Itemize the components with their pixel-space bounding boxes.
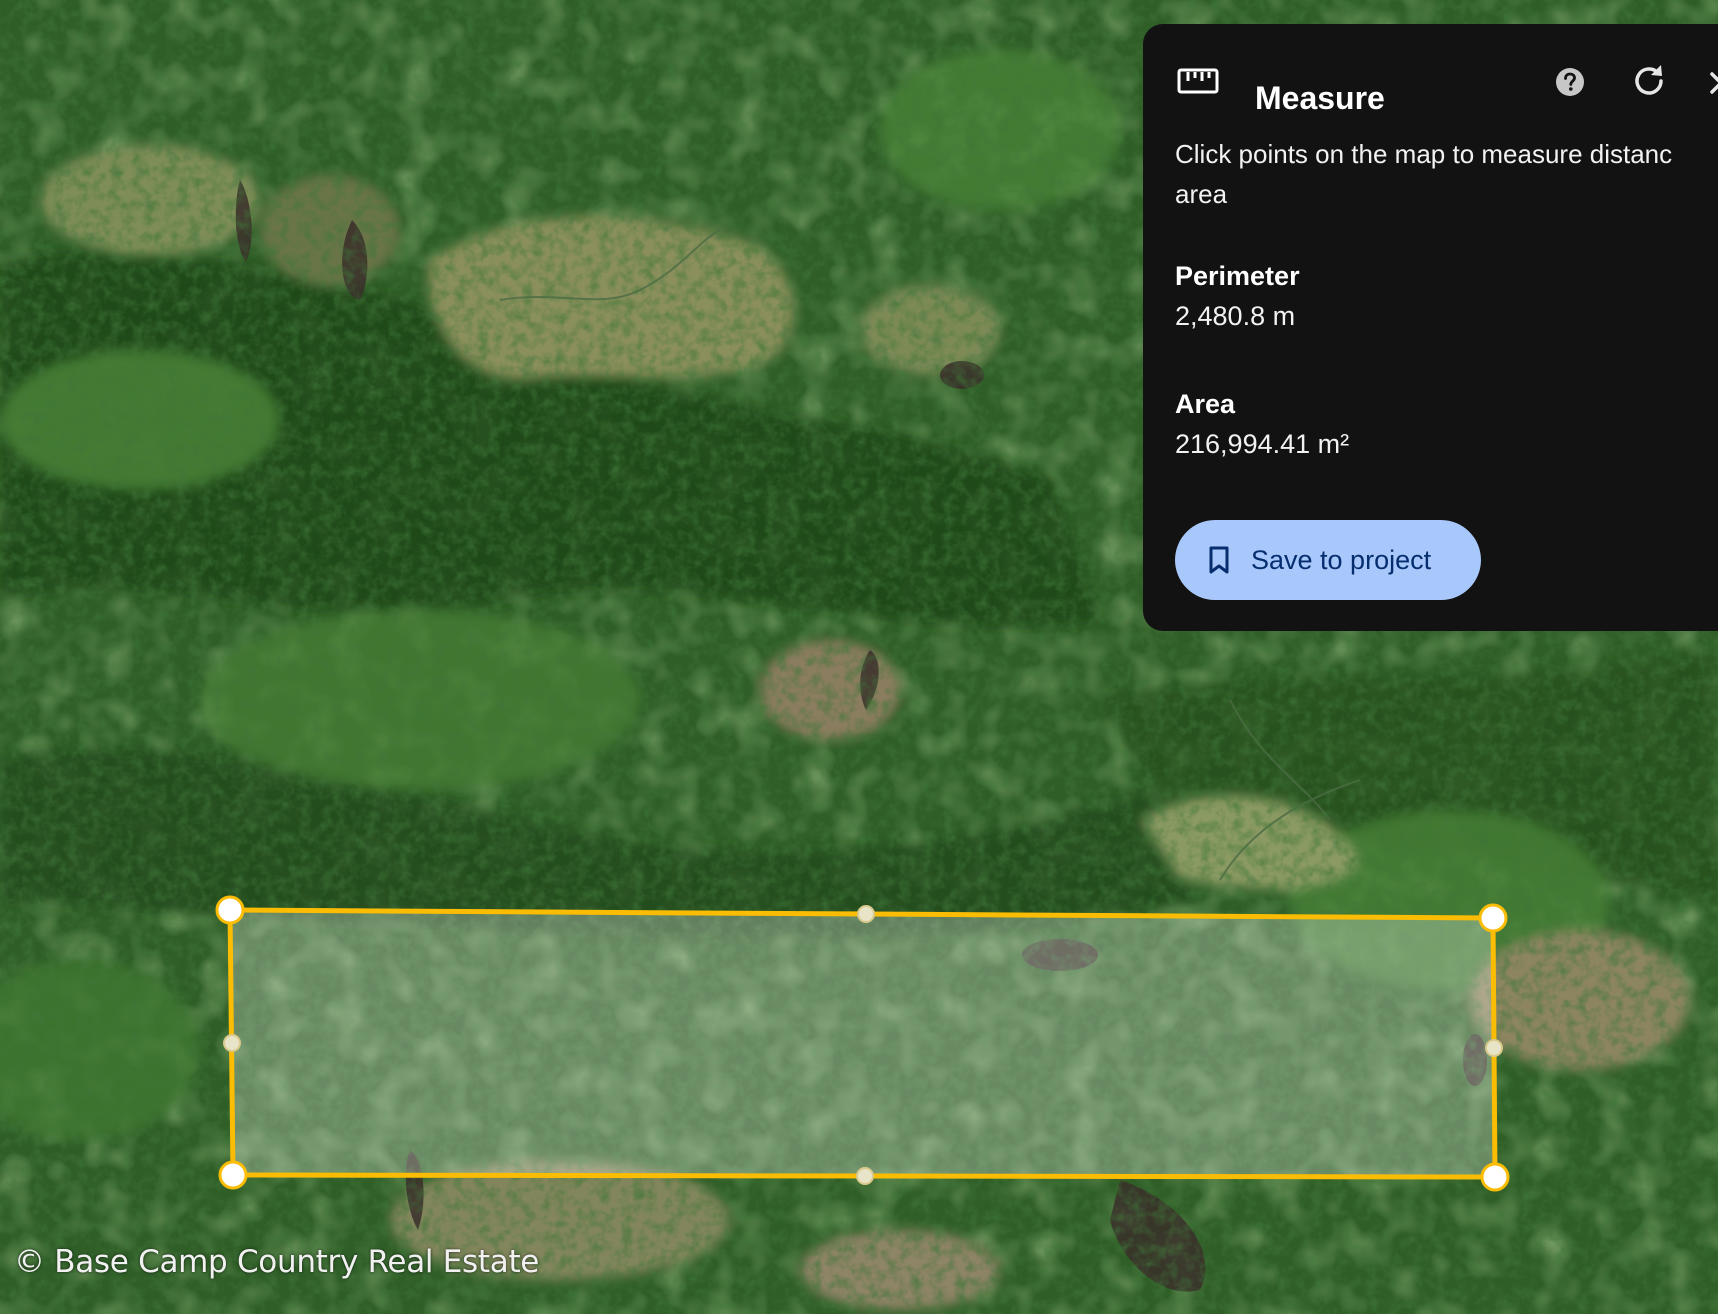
midpoint-handle-bottom[interactable] [856, 1167, 874, 1185]
ruler-icon [1177, 68, 1219, 94]
save-to-project-button[interactable]: Save to project [1175, 520, 1481, 600]
vertex-handle-bottom-left[interactable] [218, 1160, 248, 1190]
measure-panel: Measure Click points on the map to measu… [1143, 24, 1718, 631]
midpoint-handle-left[interactable] [223, 1034, 241, 1052]
copyright-watermark: © Base Camp Country Real Estate [14, 1244, 540, 1280]
vertex-handle-top-right[interactable] [1478, 903, 1508, 933]
perimeter-label: Perimeter [1175, 261, 1300, 291]
panel-header: Measure [1143, 24, 1718, 134]
bookmark-icon [1209, 546, 1229, 574]
area-value: 216,994.41 m² [1175, 429, 1350, 459]
perimeter-value: 2,480.8 m [1175, 301, 1296, 331]
close-icon[interactable] [1704, 66, 1718, 102]
help-icon[interactable] [1552, 64, 1588, 100]
panel-title: Measure [1255, 80, 1385, 116]
instructions-line-1: Click points on the map to measure dista… [1175, 139, 1673, 169]
vertex-handle-top-left[interactable] [215, 895, 245, 925]
measure-polygon[interactable] [227, 907, 1498, 1180]
midpoint-handle-top[interactable] [857, 905, 875, 923]
vertex-handle-bottom-right[interactable] [1480, 1162, 1510, 1192]
reset-icon[interactable] [1628, 60, 1670, 102]
instructions-text: Click points on the map to measure dista… [1175, 134, 1718, 214]
area-label: Area [1175, 389, 1236, 419]
midpoint-handle-right[interactable] [1485, 1039, 1503, 1057]
save-button-label: Save to project [1251, 544, 1432, 575]
instructions-line-2: area [1175, 179, 1228, 209]
